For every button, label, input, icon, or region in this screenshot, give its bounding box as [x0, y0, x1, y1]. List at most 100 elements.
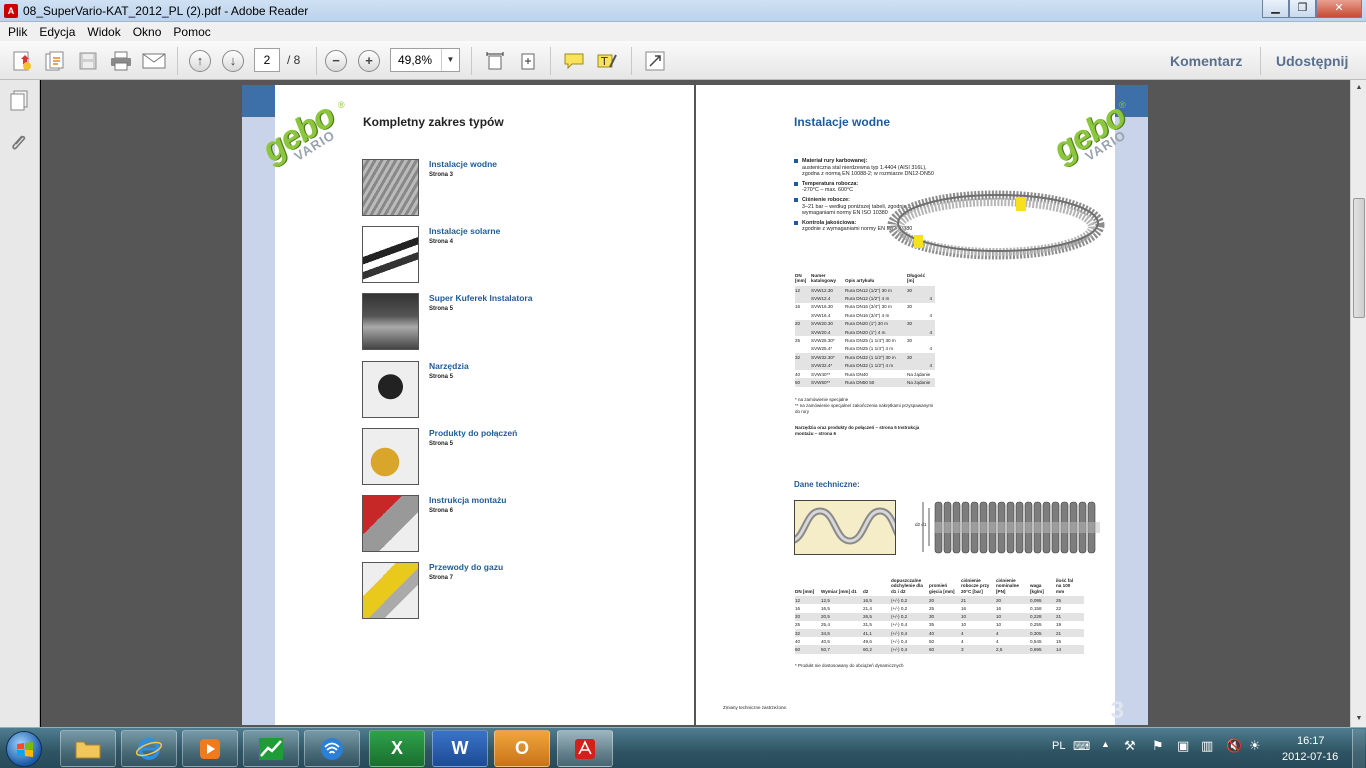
email-icon[interactable] [142, 49, 166, 73]
toc-item[interactable]: Super Kuferek Instalatora Strona 5 [362, 293, 662, 351]
table-row: SVW12.4 Rura DN12 (1/2") 4 m4 [795, 294, 935, 303]
save-icon[interactable] [76, 49, 100, 73]
taskbar-outlook[interactable]: O [494, 730, 550, 767]
keyboard-icon[interactable]: ⌨ [1073, 739, 1090, 753]
print-icon[interactable] [109, 49, 133, 73]
clock-date[interactable]: 2012-07-16 [1282, 751, 1338, 763]
wifi-icon [321, 737, 343, 760]
edit-pdf-icon[interactable] [43, 49, 67, 73]
chevron-down-icon[interactable]: ▼ [441, 49, 459, 71]
create-pdf-icon[interactable] [10, 49, 34, 73]
scroll-up-arrow[interactable]: ▲ [1351, 80, 1366, 96]
table-row: 40 SVW40** Rura DN40 Na żądanie [795, 371, 931, 377]
show-hidden-icons-icon[interactable]: ▲ [1101, 739, 1110, 749]
taskbar-chart-app[interactable] [243, 730, 299, 767]
toc-item-title[interactable]: Produkty do połączeń [429, 428, 517, 438]
highlight-text-icon[interactable]: T [595, 49, 619, 73]
share-button[interactable]: Udostępnij [1276, 53, 1348, 69]
fit-page-icon[interactable] [483, 49, 507, 73]
toolbar: ↑ ↓ − + T [0, 41, 1366, 80]
full-screen-icon[interactable] [643, 49, 667, 73]
section-heading: Dane techniczne: [794, 480, 860, 489]
product-table: DN [mm] Numer katalogowy Opis artykułu D… [795, 273, 935, 387]
display-icon[interactable]: ▣ [1177, 738, 1189, 754]
menu-edycja[interactable]: Edycja [33, 25, 81, 39]
coiled-hose-image [887, 190, 1105, 260]
scroll-down-arrow[interactable]: ▼ [1351, 711, 1366, 727]
internet-explorer-icon [136, 737, 162, 760]
taskbar-media-player[interactable] [182, 730, 238, 767]
toc-item[interactable]: Instrukcja montażu Strona 6 [362, 495, 662, 553]
outlook-icon: O [514, 738, 529, 758]
menu-okno[interactable]: Okno [127, 25, 168, 39]
restore-button[interactable]: ❐ [1289, 0, 1316, 18]
page-number-input[interactable]: 2 [254, 48, 280, 72]
weather-icon[interactable]: ☀ [1249, 738, 1261, 754]
close-button[interactable]: ✕ [1316, 0, 1362, 18]
technical-changes-note: Zmiany techniczne zastrzeżone. [723, 705, 788, 710]
toc-item-title[interactable]: Narzędzia [429, 361, 469, 371]
toolbar-separator [177, 47, 178, 75]
pdf-page-3: Instalacje wodne gebo VARIO ® Materiał r… [696, 85, 1148, 725]
window-title: 08_SuperVario-KAT_2012_PL (2).pdf - Adob… [23, 3, 309, 18]
toc-item[interactable]: Instalacje wodne Strona 3 [362, 159, 662, 217]
menu-pomoc[interactable]: Pomoc [167, 25, 216, 39]
start-button[interactable] [6, 731, 42, 767]
document-view[interactable]: gebo VARIO ® Kompletny zakres typów Inst… [41, 80, 1350, 727]
page-total: / 8 [287, 53, 301, 67]
next-page-button[interactable]: ↓ [222, 50, 244, 72]
previous-page-button[interactable]: ↑ [189, 50, 211, 72]
taskbar-adobe-reader[interactable] [557, 730, 613, 767]
table-row: 16 SVW16.30 Rura DN16 (3/4") 30 m 30 [795, 304, 913, 310]
taskbar-explorer[interactable] [60, 730, 116, 767]
clock-time[interactable]: 16:17 [1297, 735, 1325, 747]
zoom-in-button[interactable]: + [358, 50, 380, 72]
zoom-out-button[interactable]: − [325, 50, 347, 72]
language-indicator[interactable]: PL [1052, 740, 1065, 752]
toc-item[interactable]: Narzędzia Strona 5 [362, 361, 662, 419]
toolbar-separator [631, 47, 632, 75]
attachments-icon[interactable] [8, 132, 30, 154]
sticky-note-icon[interactable] [562, 49, 586, 73]
comment-button[interactable]: Komentarz [1170, 53, 1242, 69]
tools-thumbnail [362, 361, 419, 418]
gas-pipe-thumbnail [362, 562, 419, 619]
toc-item-title[interactable]: Super Kuferek Instalatora [429, 293, 532, 303]
taskbar-wifi-app[interactable] [304, 730, 360, 767]
chart-app-icon [259, 737, 283, 760]
toc-item-page: Strona 6 [429, 508, 454, 514]
action-center-flag-icon[interactable]: ⚑ [1152, 738, 1164, 754]
page-title: Instalacje wodne [794, 115, 891, 129]
menu-plik[interactable]: Plik [2, 25, 33, 39]
table-row: 16 16,5 21,4 (+/-) 0,2 25 16 16 0,158 22 [795, 606, 1062, 611]
network-icon[interactable]: ▥ [1201, 738, 1213, 754]
page-thumbnails-icon[interactable] [8, 90, 30, 112]
toc-item-title[interactable]: Instrukcja montażu [429, 495, 506, 505]
tray-tool-icon[interactable]: ⚒ [1124, 738, 1136, 754]
page-title: Kompletny zakres typów [363, 115, 504, 129]
show-desktop-button[interactable] [1352, 729, 1365, 768]
table-row: SVW25.4* Rura DN25 (1 1/4") 4 m4 [811, 346, 932, 352]
minimize-button[interactable]: ▁ [1262, 0, 1289, 18]
taskbar-internet-explorer[interactable] [121, 730, 177, 767]
taskbar-word[interactable]: W [432, 730, 488, 767]
adobe-reader-icon [575, 738, 595, 759]
table-row: 32 SVW32.30* Rura DN32 (1 1/2") 30 m 30 [795, 353, 935, 362]
toc-item-title[interactable]: Przewody do gazu [429, 562, 503, 572]
zoom-select[interactable]: 49,8% ▼ [390, 48, 460, 72]
taskbar-excel[interactable]: X [369, 730, 425, 767]
toc-item-title[interactable]: Instalacje wodne [429, 159, 497, 169]
gebo-vario-logo: gebo VARIO ® [256, 97, 350, 170]
menu-bar: Plik Edycja Widok Okno Pomoc [0, 22, 1366, 41]
menu-widok[interactable]: Widok [81, 25, 126, 39]
toc-item-title[interactable]: Instalacje solarne [429, 226, 500, 236]
toc-item[interactable]: Produkty do połączeń Strona 5 [362, 428, 662, 486]
scrollbar-thumb[interactable] [1353, 198, 1365, 318]
table-row: 12 12,5 16,5 (+/-) 0,2 20 21 20 0,095 25 [795, 596, 1084, 605]
volume-muted-icon[interactable]: 🔇 [1226, 738, 1242, 754]
toc-item[interactable]: Przewody do gazu Strona 7 [362, 562, 662, 620]
toc-item[interactable]: Instalacje solarne Strona 4 [362, 226, 662, 284]
fit-width-icon[interactable] [516, 49, 540, 73]
fittings-thumbnail [362, 428, 419, 485]
vertical-scrollbar[interactable]: ▲ ▼ [1350, 80, 1366, 727]
